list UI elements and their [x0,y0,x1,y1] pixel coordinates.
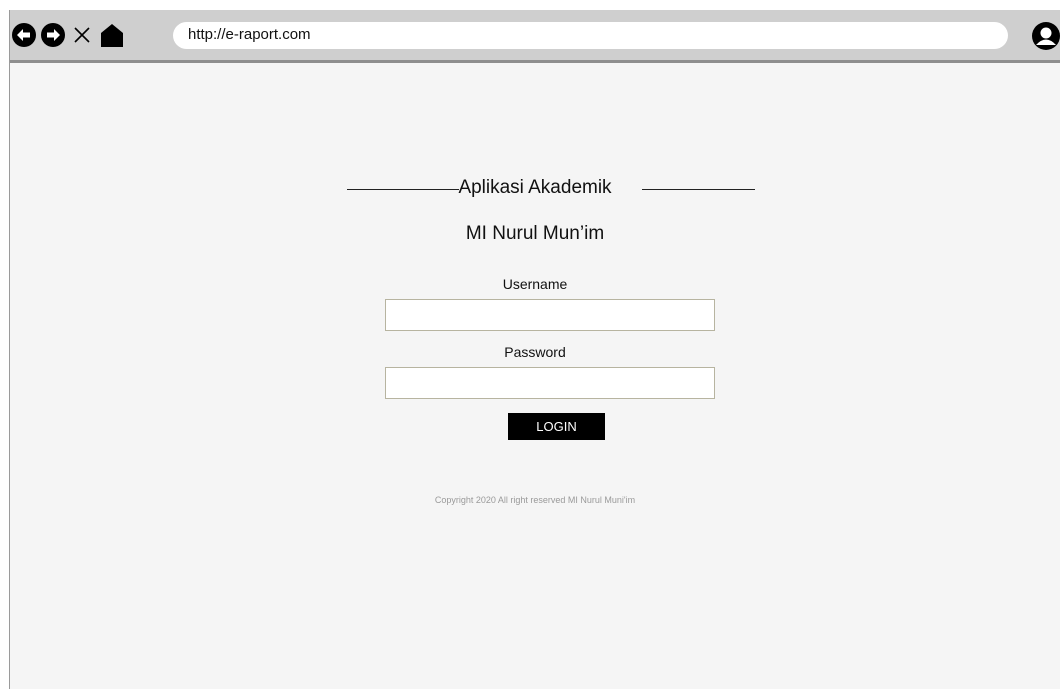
back-button[interactable] [12,23,36,47]
copyright-text: Copyright 2020 All right reserved MI Nur… [434,495,636,505]
password-input[interactable] [385,367,715,399]
login-page: Aplikasi Akademik MI Nurul Mun’im Userna… [10,63,1060,689]
school-name: MI Nurul Mun’im [465,223,605,244]
url-text: http://e-raport.com [188,26,311,43]
login-button[interactable]: LOGIN [508,413,605,440]
profile-button[interactable] [1032,22,1060,50]
username-input[interactable] [385,299,715,331]
url-bar[interactable]: http://e-raport.com [173,22,1008,49]
arrow-right-circle-icon [41,23,65,47]
home-icon [101,24,123,47]
username-label: Username [502,276,568,292]
x-icon [74,27,90,43]
forward-button[interactable] [41,23,65,47]
password-label: Password [504,344,566,360]
app-title: Aplikasi Akademik [458,177,612,198]
arrow-left-circle-icon [12,23,36,47]
browser-toolbar: http://e-raport.com [10,10,1060,63]
user-icon [1032,22,1060,50]
browser-window: http://e-raport.com Aplikasi Akademik MI… [9,10,1060,689]
home-button[interactable] [99,23,123,47]
stop-button[interactable] [70,23,94,47]
